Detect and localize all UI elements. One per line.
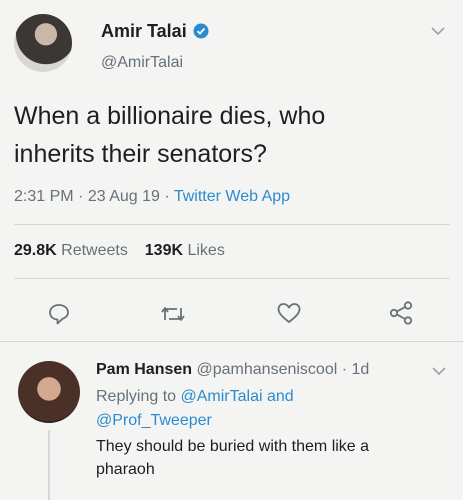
retweets-count: 29.8K [14,242,57,259]
reply-handle-time[interactable]: @pamhanseniscool · 1d [197,361,370,378]
divider [0,341,463,342]
separator-dot: · [78,188,84,205]
replying-to-user-amirtalai[interactable]: @AmirTalai [181,388,263,405]
chevron-down-icon[interactable] [431,26,445,36]
reply-text-line-2: pharaoh [96,461,155,478]
reply-author-avatar[interactable] [18,361,80,423]
replying-to-label: Replying to [96,388,177,405]
retweets-stat[interactable]: 29.8K Retweets [14,242,132,259]
share-icon[interactable] [388,300,414,326]
reply-text-line-1: They should be buried with them like a [96,438,370,455]
likes-count: 139K [144,242,184,259]
tweet-metadata: 2:31 PM · 23 Aug 19 · Twitter Web App [14,188,290,206]
reply-icon[interactable] [47,302,71,326]
divider [14,278,450,279]
tweet-time: 2:31 PM [14,188,74,205]
tweet-date: 23 Aug 19 [87,188,160,205]
verified-badge-icon [193,23,209,39]
tweet-client-link[interactable]: Twitter Web App [174,188,290,205]
tweet-text-line-1: When a billionaire dies, who [14,102,326,130]
heart-icon[interactable] [276,301,302,325]
thread-line [48,430,50,500]
chevron-down-icon[interactable] [432,366,446,376]
reply-header: Pam Hansen @pamhanseniscool · 1d [96,361,369,379]
reply-author-name[interactable]: Pam Hansen [96,361,192,378]
likes-label: Likes [187,242,225,259]
separator-dot: · [164,188,170,205]
engagement-counts: 29.8K Retweets 139K Likes [14,242,225,260]
retweets-label: Retweets [61,242,128,259]
replying-to-user-prof-tweeper[interactable]: @Prof_Tweeper [96,412,212,430]
author-display-name[interactable]: Amir Talai [101,21,187,42]
divider [14,224,450,225]
author-avatar[interactable] [14,14,72,72]
replying-to-and: and [266,388,294,405]
tweet-text-line-2: inherits their senators? [14,140,267,168]
replying-to-line: Replying to @AmirTalai and [96,388,294,406]
likes-stat[interactable]: 139K Likes [145,242,225,259]
retweet-icon[interactable] [159,302,187,326]
author-handle[interactable]: @AmirTalai [101,54,183,72]
